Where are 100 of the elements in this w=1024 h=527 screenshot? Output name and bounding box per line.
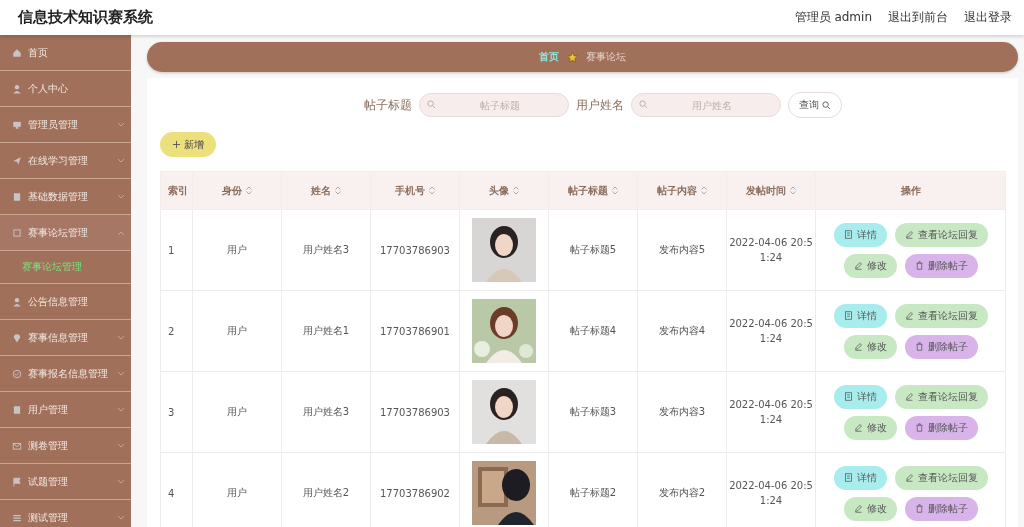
- column-header[interactable]: 头像: [489, 183, 509, 198]
- chevron-down-icon: [117, 370, 125, 377]
- detail-button[interactable]: 详情: [833, 384, 887, 409]
- add-button[interactable]: 新增: [160, 132, 216, 157]
- sort-icon[interactable]: [790, 186, 796, 195]
- pen-icon: [853, 342, 863, 351]
- table-cell: 发布内容3: [658, 406, 706, 417]
- sort-icon[interactable]: [246, 186, 252, 195]
- table-cell: 发布内容5: [658, 244, 706, 255]
- table-cell-text: 2022-04-06 20:51:24: [728, 398, 814, 427]
- detail-button[interactable]: 详情: [833, 465, 887, 490]
- delete-button[interactable]: 删除帖子: [904, 334, 978, 359]
- breadcrumb-link[interactable]: 赛事论坛: [586, 50, 626, 64]
- chevron-down-icon: [117, 121, 125, 128]
- table-cell: 用户姓名2: [302, 487, 350, 498]
- detail-button[interactable]: 详情: [833, 303, 887, 328]
- detail-button[interactable]: 详情: [833, 222, 887, 247]
- table-cell: 用户姓名3: [302, 244, 350, 255]
- app-title: 信息技术知识赛系统: [18, 8, 153, 27]
- trash-icon: [914, 261, 924, 270]
- check-circle-icon: [12, 368, 22, 379]
- delete-button[interactable]: 删除帖子: [904, 415, 978, 440]
- delete-button[interactable]: 删除帖子: [904, 253, 978, 278]
- star-icon: [567, 51, 578, 63]
- pen-icon: [853, 261, 863, 270]
- edit-button[interactable]: 修改: [843, 334, 897, 359]
- search-label: 用户姓名: [576, 96, 624, 114]
- document-icon: [843, 473, 853, 482]
- document-icon: [843, 311, 853, 320]
- reply-button[interactable]: 查看论坛回复: [894, 222, 988, 247]
- trash-icon: [914, 423, 924, 432]
- column-header[interactable]: 帖子内容: [657, 183, 697, 198]
- location-pin-icon: [12, 332, 22, 343]
- table-cell: 用户姓名1: [302, 325, 350, 336]
- chevron-down-icon: [117, 478, 125, 485]
- edit-button[interactable]: 修改: [843, 496, 897, 521]
- column-header[interactable]: 身份: [222, 183, 242, 198]
- reply-button[interactable]: 查看论坛回复: [894, 465, 988, 490]
- table-cell: 用户: [227, 325, 247, 336]
- sort-icon[interactable]: [513, 186, 519, 195]
- delete-button[interactable]: 删除帖子: [904, 496, 978, 521]
- column-header: 索引: [168, 183, 188, 198]
- person-icon: [12, 296, 22, 307]
- search-field[interactable]: 帖子标题: [419, 93, 569, 117]
- person-icon: [12, 83, 22, 94]
- table-cell-text: 2022-04-06 20:51:24: [728, 317, 814, 346]
- chevron-down-icon: [117, 514, 125, 521]
- table-cell: 17703786902: [380, 487, 450, 499]
- table-cell: 帖子标题5: [569, 244, 617, 255]
- paper-plane-icon: [12, 155, 22, 166]
- table-cell: 17703786903: [380, 406, 450, 418]
- pen-icon: [904, 230, 914, 239]
- chevron-down-icon: [117, 442, 125, 449]
- envelope-icon: [12, 440, 22, 451]
- table-cell: 用户姓名3: [302, 406, 350, 417]
- reply-button[interactable]: 查看论坛回复: [894, 303, 988, 328]
- table-cell: 4: [168, 487, 175, 499]
- header-link[interactable]: 退出登录: [964, 9, 1012, 26]
- table-cell: 帖子标题4: [569, 325, 617, 336]
- pen-icon: [904, 311, 914, 320]
- table-cell: 17703786901: [380, 325, 450, 337]
- reply-button[interactable]: 查看论坛回复: [894, 384, 988, 409]
- table-cell: 1: [168, 244, 175, 256]
- document-icon: [12, 191, 22, 202]
- column-header[interactable]: 姓名: [311, 183, 331, 198]
- trash-icon: [914, 342, 924, 351]
- pen-icon: [853, 423, 863, 432]
- list-icon: [12, 512, 22, 523]
- header-link[interactable]: 退出到前台: [888, 9, 948, 26]
- pen-icon: [904, 392, 914, 401]
- search-button[interactable]: 查询: [788, 92, 842, 118]
- search-label: 帖子标题: [364, 96, 412, 114]
- table-cell-text: 2022-04-06 20:51:24: [728, 479, 814, 508]
- sort-icon[interactable]: [701, 186, 707, 195]
- column-header[interactable]: 手机号: [395, 183, 425, 198]
- breadcrumb-link[interactable]: 首页: [539, 50, 559, 64]
- column-header: 操作: [900, 183, 921, 198]
- sort-icon[interactable]: [335, 186, 341, 195]
- document-icon: [843, 392, 853, 401]
- column-header[interactable]: 帖子标题: [568, 183, 608, 198]
- sidebar-subitem[interactable]: 赛事论坛管理: [0, 251, 131, 283]
- search-icon: [427, 100, 436, 109]
- table-cell: 发布内容2: [658, 487, 706, 498]
- table-cell: 17703786903: [380, 244, 450, 256]
- chevron-up-icon: [117, 229, 125, 236]
- plus-icon: [172, 140, 181, 149]
- document-icon: [843, 230, 853, 239]
- search-icon: [639, 100, 648, 109]
- sort-icon[interactable]: [612, 186, 618, 195]
- edit-button[interactable]: 修改: [843, 415, 897, 440]
- sort-icon[interactable]: [429, 186, 435, 195]
- edit-button[interactable]: 修改: [843, 253, 897, 278]
- table-cell: 2: [168, 325, 175, 337]
- header-link[interactable]: 管理员 admin: [794, 9, 872, 26]
- search-field[interactable]: 用户姓名: [631, 93, 781, 117]
- pen-icon: [853, 504, 863, 513]
- sidebar-item[interactable]: 赛事论坛管理: [0, 215, 131, 251]
- table-cell: 帖子标题3: [569, 406, 617, 417]
- column-header[interactable]: 发帖时间: [746, 183, 786, 198]
- document-icon: [12, 404, 22, 415]
